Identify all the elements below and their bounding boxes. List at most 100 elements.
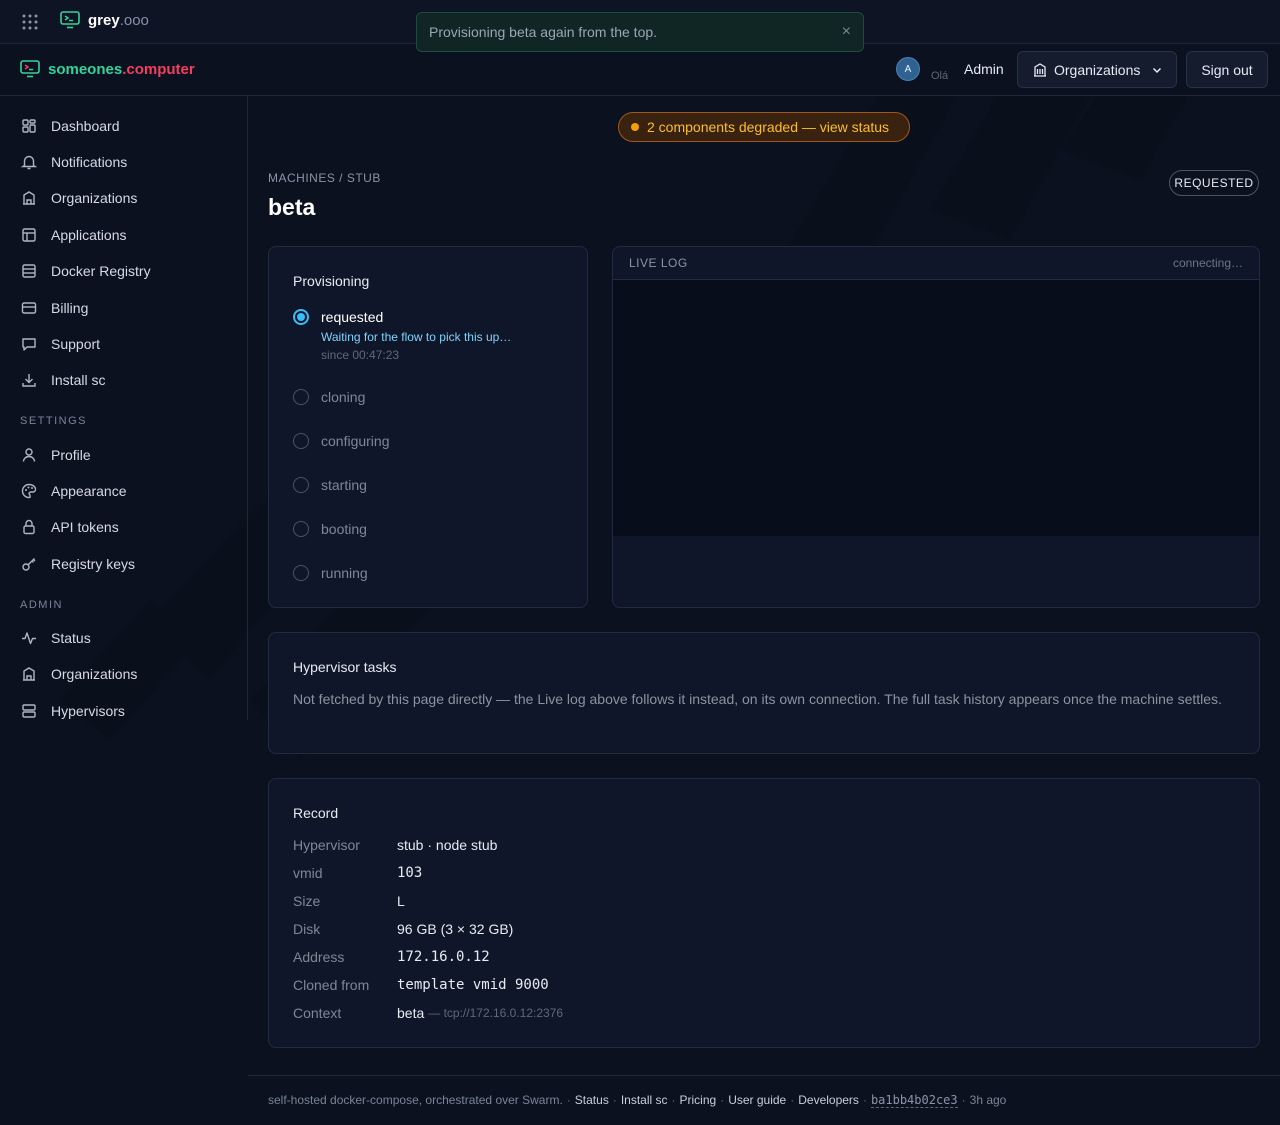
record-value: stub · node stub xyxy=(397,837,498,853)
record-subvalue: — tcp://172.16.0.12:2376 xyxy=(428,1006,564,1020)
sidebar-item-label: Hypervisors xyxy=(51,703,125,719)
step-starting: starting xyxy=(293,477,367,493)
record-title: Record xyxy=(293,805,339,821)
hypervisor-tasks-title: Hypervisor tasks xyxy=(293,659,397,675)
organizations-dropdown-button[interactable]: Organizations xyxy=(1017,51,1177,88)
footer-link-pricing[interactable]: Pricing xyxy=(680,1093,717,1108)
sidebar-item-label: Organizations xyxy=(51,666,138,682)
footer-separator: · xyxy=(862,1093,867,1107)
record-row-size: Size L xyxy=(293,893,405,909)
sidebar-item-organizations[interactable]: Organizations xyxy=(20,186,137,210)
degraded-status-banner[interactable]: 2 components degraded — view status xyxy=(618,112,910,142)
provisioning-card: Provisioning requested Waiting for the f… xyxy=(268,246,588,608)
sidebar-item-billing[interactable]: Billing xyxy=(20,296,88,320)
close-icon[interactable]: × xyxy=(842,23,851,41)
record-row-cloned-from: Cloned from template vmid 9000 xyxy=(293,977,549,993)
record-value: beta xyxy=(397,1005,425,1021)
step-pending-icon xyxy=(293,521,309,537)
brand-link[interactable]: someones.computer xyxy=(20,60,195,78)
footer-link-status[interactable]: Status xyxy=(575,1093,609,1108)
sidebar-item-support[interactable]: Support xyxy=(20,332,100,356)
bell-icon xyxy=(20,155,38,170)
footer-separator: · xyxy=(961,1093,966,1107)
footer-separator: · xyxy=(671,1093,676,1107)
step-since: since 00:47:23 xyxy=(321,348,400,362)
user-label: Admin xyxy=(964,61,1004,77)
record-row-vmid: vmid 103 xyxy=(293,865,422,881)
lock-icon xyxy=(23,519,35,535)
terminal-monitor-icon xyxy=(60,11,80,29)
record-key: Address xyxy=(293,949,345,965)
sidebar-item-appearance[interactable]: Appearance xyxy=(20,479,127,503)
step-pending-icon xyxy=(293,389,309,405)
sidebar: Dashboard Notifications Organizations Ap… xyxy=(0,96,248,720)
live-log-output[interactable] xyxy=(613,280,1259,536)
breadcrumb[interactable]: MACHINES / STUB xyxy=(268,171,381,185)
footer-commit-hash[interactable]: ba1bb4b02ce3 xyxy=(870,1093,958,1108)
sidebar-item-status[interactable]: Status xyxy=(20,626,91,650)
building-icon xyxy=(1034,62,1046,77)
greeting-text: Olá xyxy=(931,70,949,79)
organizations-dropdown-label: Organizations xyxy=(1054,61,1141,78)
sidebar-item-registry-keys[interactable]: Registry keys xyxy=(20,552,135,576)
sidebar-item-dashboard[interactable]: Dashboard xyxy=(20,114,120,138)
footer-separator: · xyxy=(612,1093,617,1107)
footer-link-user-guide[interactable]: User guide xyxy=(728,1093,786,1108)
sidebar-item-label: Organizations xyxy=(51,190,138,206)
server-icon xyxy=(22,704,36,718)
sidebar-item-label: Registry keys xyxy=(51,556,136,572)
top-brand-name: grey.ooo xyxy=(88,11,149,29)
layout-icon xyxy=(22,228,36,242)
footer-link-developers[interactable]: Developers xyxy=(798,1093,859,1108)
footer-commit-age: 3h ago xyxy=(969,1093,1007,1107)
step-booting: booting xyxy=(293,521,367,537)
notification-toast: Provisioning beta again from the top. × xyxy=(416,12,864,52)
dashboard-icon xyxy=(22,119,36,133)
record-value: L xyxy=(397,893,405,909)
chat-icon xyxy=(22,338,36,351)
footer-separator: · xyxy=(720,1093,725,1107)
step-running: running xyxy=(293,565,368,581)
live-log-status: connecting… xyxy=(1172,256,1243,270)
sidebar-item-install-sc[interactable]: Install sc xyxy=(20,368,105,392)
sidebar-item-hypervisors[interactable]: Hypervisors xyxy=(20,699,125,723)
page-title: beta xyxy=(268,194,316,220)
palette-icon xyxy=(21,483,37,499)
record-value: 96 GB (3 × 32 GB) xyxy=(397,921,514,937)
sidebar-item-notifications[interactable]: Notifications xyxy=(20,150,127,174)
key-icon xyxy=(22,558,36,571)
step-label: requested xyxy=(321,309,384,325)
sign-out-button[interactable]: Sign out xyxy=(1186,51,1268,88)
sidebar-item-label: Install sc xyxy=(51,372,106,388)
degraded-status-text: 2 components degraded — view status xyxy=(647,119,890,135)
top-brand-link[interactable]: grey.ooo xyxy=(60,11,149,29)
download-icon xyxy=(22,374,36,387)
record-card: Record Hypervisor stub · node stub vmid … xyxy=(268,778,1260,1048)
app-grid-icon[interactable] xyxy=(22,14,38,30)
terminal-monitor-icon xyxy=(20,60,40,78)
footer-link-install-sc[interactable]: Install sc xyxy=(621,1093,668,1108)
sidebar-item-api-tokens[interactable]: API tokens xyxy=(20,515,119,539)
avatar[interactable]: A xyxy=(896,57,920,81)
sidebar-item-docker-registry[interactable]: Docker Registry xyxy=(20,259,151,283)
step-label: booting xyxy=(321,521,367,537)
sidebar-item-label: Docker Registry xyxy=(51,263,151,279)
user-icon xyxy=(22,448,36,462)
registry-icon xyxy=(22,264,36,278)
footer-separator: · xyxy=(566,1093,571,1107)
record-key: Hypervisor xyxy=(293,837,360,853)
sidebar-item-admin-organizations[interactable]: Organizations xyxy=(20,662,137,686)
step-cloning: cloning xyxy=(293,389,365,405)
record-value: 103 xyxy=(397,865,423,881)
sidebar-item-label: Profile xyxy=(51,447,91,463)
sidebar-item-profile[interactable]: Profile xyxy=(20,443,91,467)
sidebar-item-applications[interactable]: Applications xyxy=(20,223,127,247)
record-row-context: Context beta — tcp://172.16.0.12:2376 xyxy=(293,1005,563,1021)
status-badge: REQUESTED xyxy=(1169,170,1259,196)
record-key: Context xyxy=(293,1005,342,1021)
activity-icon xyxy=(22,632,36,645)
settings-section-heading: SETTINGS xyxy=(20,415,88,427)
chevron-down-icon xyxy=(1153,67,1162,73)
building-icon xyxy=(23,667,35,681)
live-log-label: LIVE LOG xyxy=(629,256,688,270)
